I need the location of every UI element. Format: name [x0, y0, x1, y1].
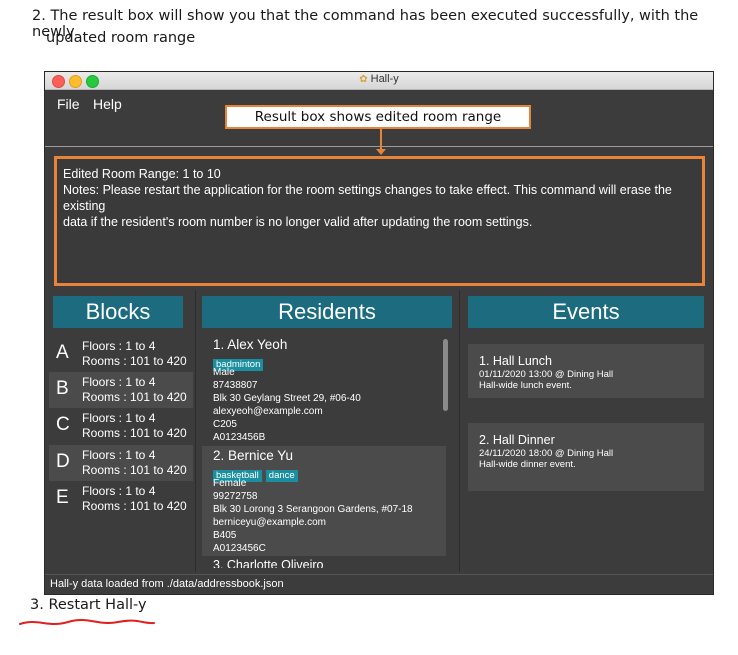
pane-divider: [195, 290, 196, 572]
resident-card[interactable]: 1. Alex Yeoh badminton Male 87438807 Blk…: [202, 335, 446, 445]
block-rooms: Rooms : 101 to 420: [82, 426, 187, 440]
events-header: Events: [468, 296, 704, 328]
result-box: Edited Room Range: 1 to 10 Notes: Please…: [54, 156, 705, 286]
block-letter: C: [56, 414, 70, 435]
block-rooms: Rooms : 101 to 420: [82, 463, 187, 477]
resident-card[interactable]: 3. Charlotte Oliveiro: [202, 558, 446, 568]
block-floors: Floors : 1 to 4: [82, 339, 156, 353]
block-rooms: Rooms : 101 to 420: [82, 390, 187, 404]
block-item-d[interactable]: D Floors : 1 to 4 Rooms : 101 to 420: [49, 445, 193, 481]
event-card[interactable]: 2. Hall Dinner 24/11/2020 18:00 @ Dining…: [468, 423, 704, 491]
block-floors: Floors : 1 to 4: [82, 375, 156, 389]
block-rooms: Rooms : 101 to 420: [82, 354, 187, 368]
resident-name: 2. Bernice Yu: [213, 448, 294, 463]
title-bar: ✿ Hall-y: [45, 72, 713, 90]
resident-room: C205: [213, 419, 237, 430]
result-line-3: data if the resident's room number is no…: [63, 215, 533, 229]
step-3-text: 3. Restart Hall-y: [30, 597, 147, 613]
event-description: Hall-wide dinner event.: [479, 459, 576, 470]
resident-matric: A0123456C: [213, 543, 266, 554]
block-floors: Floors : 1 to 4: [82, 411, 156, 425]
resident-matric: A0123456B: [213, 432, 266, 443]
event-title: 2. Hall Dinner: [479, 433, 555, 447]
pane-divider: [459, 290, 460, 572]
app-window: ✿ Hall-y File Help Result box shows edite…: [44, 71, 714, 595]
window-title-label: Hall-y: [370, 73, 399, 85]
command-box-divider: [45, 146, 713, 147]
resident-phone: 99272758: [213, 491, 258, 502]
app-icon: ✿: [359, 74, 368, 85]
window-title: ✿ Hall-y: [45, 73, 713, 85]
block-letter: B: [56, 378, 69, 399]
residents-scrollbar[interactable]: [443, 339, 448, 411]
block-letter: E: [56, 487, 69, 508]
resident-email: berniceyu@example.com: [213, 517, 326, 528]
resident-address: Blk 30 Geylang Street 29, #06-40: [213, 393, 361, 404]
block-floors: Floors : 1 to 4: [82, 484, 156, 498]
result-line-2: Notes: Please restart the application fo…: [63, 183, 672, 213]
resident-address: Blk 30 Lorong 3 Serangoon Gardens, #07-1…: [213, 504, 413, 515]
menu-help[interactable]: Help: [93, 96, 122, 112]
block-item-b[interactable]: B Floors : 1 to 4 Rooms : 101 to 420: [49, 372, 193, 408]
residents-header: Residents: [202, 296, 452, 328]
status-bar: Hall-y data loaded from ./data/addressbo…: [45, 574, 713, 594]
resident-name: 3. Charlotte Oliveiro: [213, 558, 324, 568]
red-underline-annotation: [19, 619, 155, 625]
event-description: Hall-wide lunch event.: [479, 380, 572, 391]
resident-tag: dance: [265, 470, 298, 482]
event-title: 1. Hall Lunch: [479, 354, 552, 368]
menu-file[interactable]: File: [57, 96, 80, 112]
resident-name: 1. Alex Yeoh: [213, 337, 288, 352]
block-letter: D: [56, 451, 70, 472]
block-item-c[interactable]: C Floors : 1 to 4 Rooms : 101 to 420: [49, 408, 193, 444]
blocks-header: Blocks: [53, 296, 183, 328]
event-datetime: 01/11/2020 13:00 @ Dining Hall: [479, 369, 614, 380]
annotation-callout: Result box shows edited room range: [225, 105, 531, 129]
callout-arrow-icon: [376, 149, 386, 155]
resident-room: B405: [213, 530, 237, 541]
block-letter: A: [56, 342, 69, 363]
result-line-1: Edited Room Range: 1 to 10: [63, 167, 221, 181]
event-datetime: 24/11/2020 18:00 @ Dining Hall: [479, 448, 614, 459]
callout-connector: [380, 129, 382, 151]
block-item-e[interactable]: E Floors : 1 to 4 Rooms : 101 to 420: [49, 481, 193, 517]
resident-gender: Female: [213, 478, 247, 489]
block-rooms: Rooms : 101 to 420: [82, 499, 187, 513]
resident-card[interactable]: 2. Bernice Yu basketball dance Female 992…: [202, 446, 446, 556]
resident-gender: Male: [213, 367, 235, 378]
step-2-text-continued: updated room range: [46, 30, 196, 46]
block-floors: Floors : 1 to 4: [82, 448, 156, 462]
resident-phone: 87438807: [213, 380, 258, 391]
resident-email: alexyeoh@example.com: [213, 406, 323, 417]
block-item-a[interactable]: A Floors : 1 to 4 Rooms : 101 to 420: [49, 336, 193, 372]
event-card[interactable]: 1. Hall Lunch 01/11/2020 13:00 @ Dining …: [468, 344, 704, 398]
